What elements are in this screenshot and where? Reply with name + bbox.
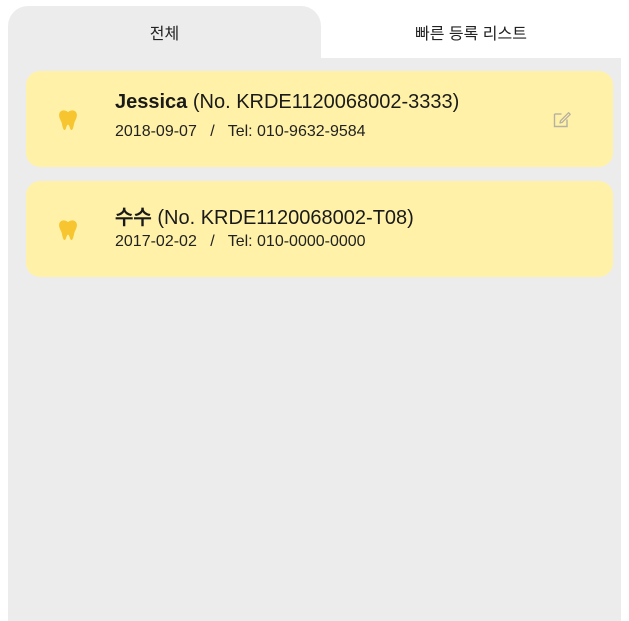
patient-details: 2018-09-07 / Tel: 010-9632-9584	[115, 123, 366, 141]
tab-all[interactable]: 전체	[8, 6, 321, 58]
detail-separator: /	[210, 123, 215, 140]
patient-phone: Tel: 010-9632-9584	[227, 123, 366, 140]
app-screen: 전체 빠른 등록 리스트 Jessica (No. KRDE1120068002…	[0, 0, 629, 621]
patient-name: Jessica	[115, 91, 188, 113]
patient-birth-date: 2018-09-07	[115, 123, 197, 140]
patient-title: 수수 (No. KRDE1120068002-T08)	[115, 201, 414, 230]
patient-number: (No. KRDE1120068002-T08)	[157, 207, 414, 229]
patient-card[interactable]: Jessica (No. KRDE1120068002-3333) 2018-0…	[26, 71, 613, 167]
tooth-icon	[59, 110, 77, 130]
detail-separator: /	[210, 233, 215, 250]
tab-quick-register-list[interactable]: 빠른 등록 리스트	[321, 6, 621, 58]
tooth-icon	[59, 220, 77, 240]
tab-all-label: 전체	[149, 26, 180, 43]
edit-icon[interactable]	[552, 109, 572, 129]
patient-card[interactable]: 수수 (No. KRDE1120068002-T08) 2017-02-02 /…	[26, 181, 613, 277]
patient-number: (No. KRDE1120068002-3333)	[192, 91, 460, 113]
tab-bar: 전체 빠른 등록 리스트	[8, 6, 621, 58]
tab-quick-register-list-label: 빠른 등록 리스트	[415, 26, 527, 43]
patient-details: 2017-02-02 / Tel: 010-0000-0000	[115, 233, 366, 251]
patient-name: 수수	[115, 207, 152, 229]
patient-title: Jessica (No. KRDE1120068002-3333)	[115, 91, 459, 114]
patient-phone: Tel: 010-0000-0000	[227, 233, 366, 250]
patient-birth-date: 2017-02-02	[115, 233, 197, 250]
patient-list: Jessica (No. KRDE1120068002-3333) 2018-0…	[8, 58, 621, 621]
